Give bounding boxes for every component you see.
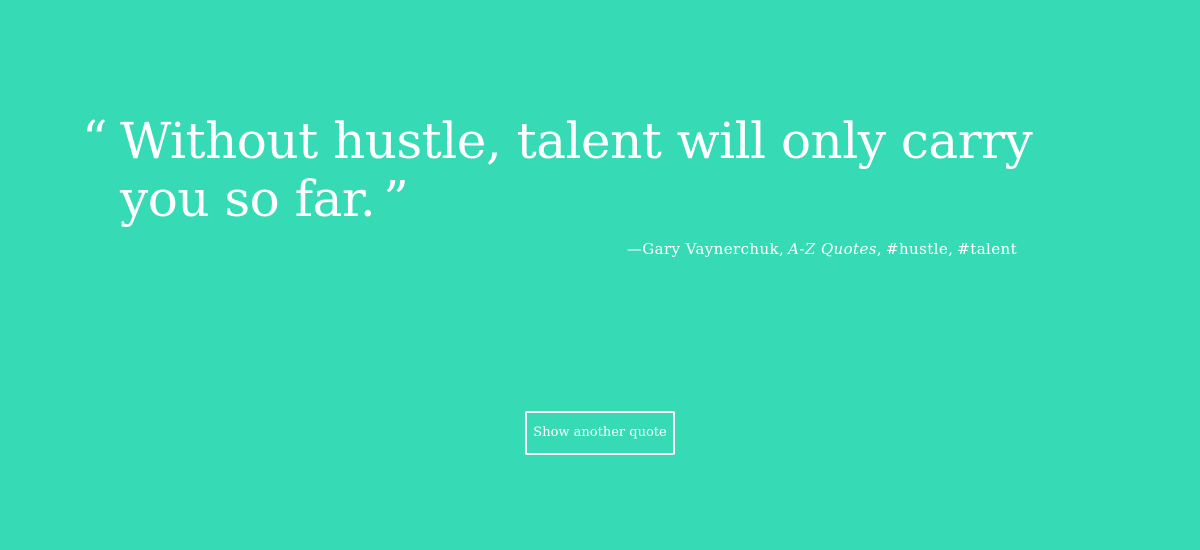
attribution-separator: ,: [948, 240, 954, 258]
author-link[interactable]: Gary Vaynerchuk: [642, 240, 779, 258]
show-another-quote-button[interactable]: Show another quote: [525, 411, 675, 455]
close-quote-icon: ”: [383, 170, 409, 228]
attribution-dash: —: [626, 240, 643, 258]
source-link[interactable]: A-Z Quotes: [788, 240, 877, 258]
tag-link-talent[interactable]: #talent: [957, 240, 1017, 258]
quote-block: “Without hustle, talent will only carry …: [82, 110, 1042, 228]
attribution-separator: ,: [779, 240, 785, 258]
quote-body: Without hustle, talent will only carry y…: [120, 112, 1033, 228]
open-quote-icon: “: [82, 110, 108, 168]
quote-attribution: —Gary Vaynerchuk, A-Z Quotes, #hustle, #tal…: [627, 238, 1017, 260]
attribution-separator: ,: [876, 240, 883, 258]
quote-text: “Without hustle, talent will only carry …: [82, 110, 1042, 228]
tag-link-hustle[interactable]: #hustle: [886, 240, 948, 258]
